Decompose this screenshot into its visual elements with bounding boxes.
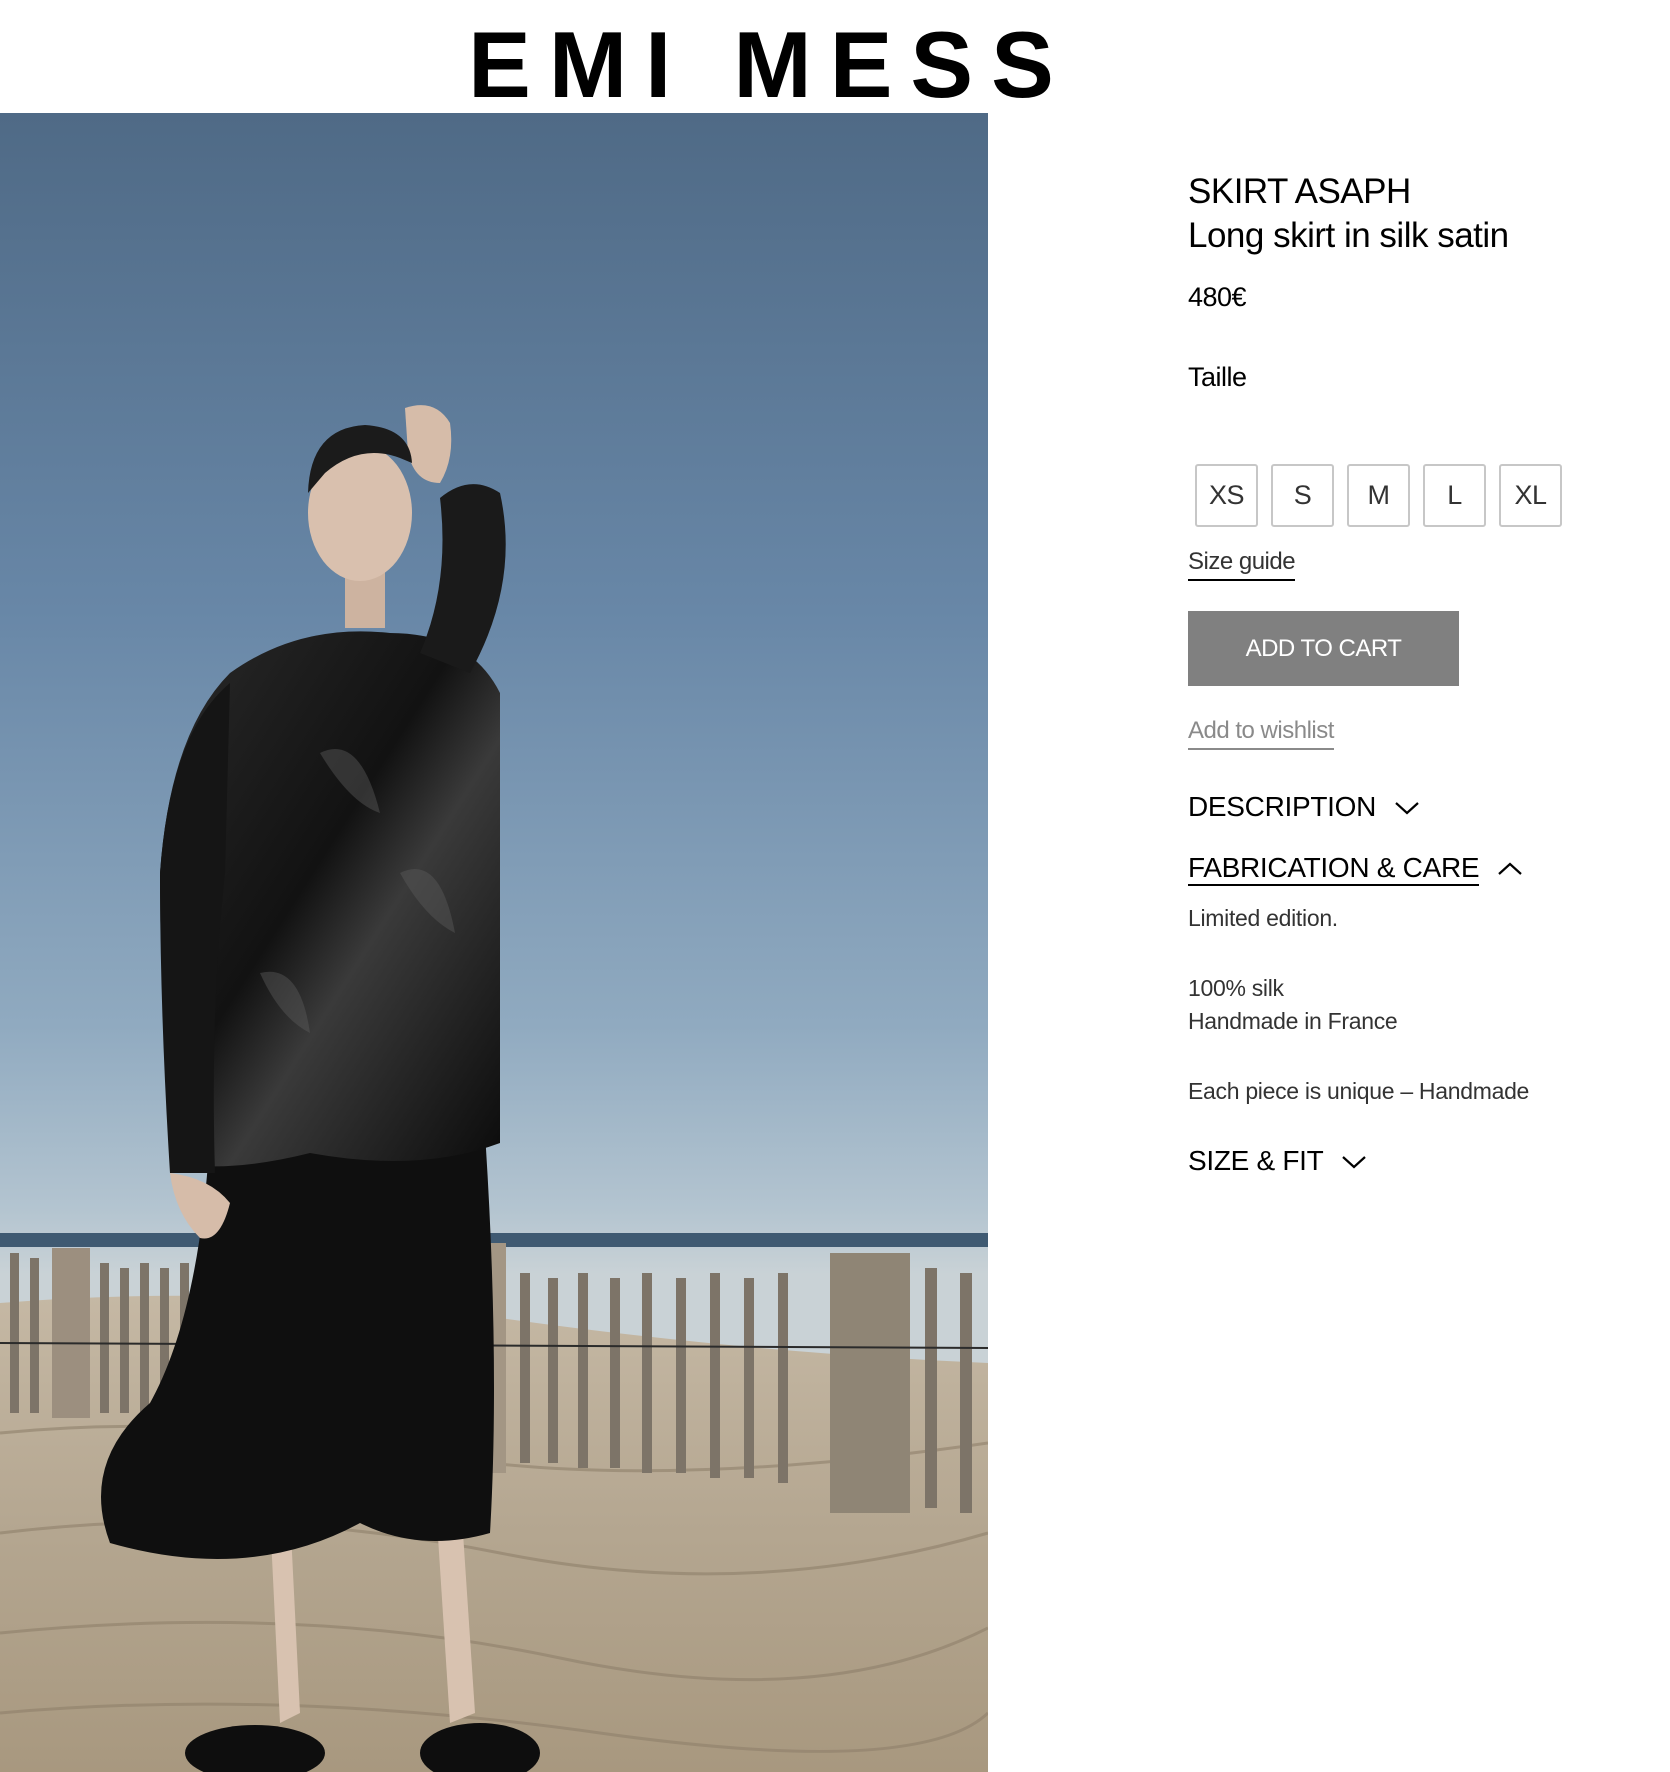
size-option-m[interactable]: M xyxy=(1347,464,1410,527)
product-price: 480€ xyxy=(1188,282,1247,312)
size-label: Taille xyxy=(1188,362,1247,392)
chevron-up-icon xyxy=(1498,862,1522,875)
accordion-description[interactable]: DESCRIPTION xyxy=(1188,790,1628,824)
product-name: SKIRT ASAPH xyxy=(1188,172,1411,211)
accordion-size-fit-title: SIZE & FIT xyxy=(1188,1145,1324,1176)
fabrication-line: 100% silk xyxy=(1188,975,1284,1001)
product-panel: SKIRT ASAPH Long skirt in silk satin 480… xyxy=(1188,170,1628,1178)
size-guide-link[interactable]: Size guide xyxy=(1188,547,1296,581)
product-photo-illustration xyxy=(0,405,988,1772)
accordion-fabrication-title: FABRICATION & CARE xyxy=(1188,852,1480,886)
size-option-xs[interactable]: XS xyxy=(1195,464,1258,527)
product-photo xyxy=(0,113,988,1772)
add-to-wishlist-link[interactable]: Add to wishlist xyxy=(1188,716,1334,750)
size-option-xl[interactable]: XL xyxy=(1499,464,1562,527)
fabrication-line: Handmade in France xyxy=(1188,1008,1398,1034)
size-option-s[interactable]: S xyxy=(1271,464,1334,527)
chevron-down-icon xyxy=(1395,802,1419,815)
add-to-cart-button[interactable]: ADD TO CART xyxy=(1188,611,1459,686)
accordion-fabrication-care[interactable]: FABRICATION & CARE xyxy=(1188,852,1628,886)
site-header: EMI MESS xyxy=(0,0,1670,115)
size-option-l[interactable]: L xyxy=(1423,464,1486,527)
brand-logo[interactable]: EMI MESS xyxy=(0,15,1540,115)
fabrication-line: Each piece is unique – Handmade xyxy=(1188,1078,1530,1104)
size-selector: XS S M L XL xyxy=(1195,464,1628,527)
product-subtitle: Long skirt in silk satin xyxy=(1188,216,1509,255)
fabrication-care-content: Limited edition. 100% silk Handmade in F… xyxy=(1188,902,1628,1108)
fabrication-line: Limited edition. xyxy=(1188,905,1338,931)
accordion-size-fit[interactable]: SIZE & FIT xyxy=(1188,1144,1628,1178)
accordion-description-title: DESCRIPTION xyxy=(1188,791,1377,822)
chevron-down-icon xyxy=(1342,1156,1367,1169)
